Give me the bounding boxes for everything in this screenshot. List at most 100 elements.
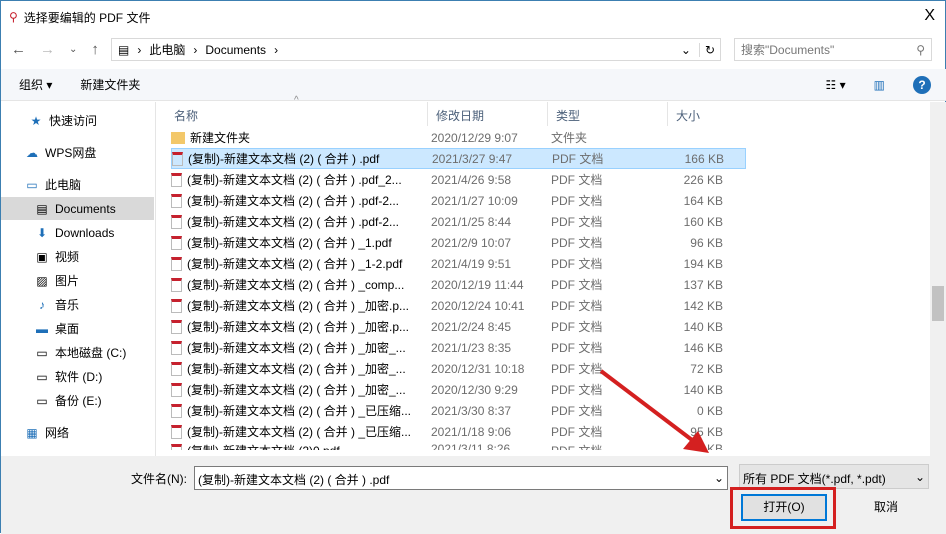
file-size: 166 KB	[684, 151, 724, 166]
picture-icon: ▨	[36, 273, 48, 288]
organize-button[interactable]: 组织 ▾	[19, 76, 52, 93]
file-row[interactable]: (复制)-新建文本文档 (2) ( 合并 ) _加密_... 2020/12/30…	[171, 379, 746, 400]
file-row[interactable]: (复制)-新建文本文档 (2)0.pdf2021/3/11 8:26 PDF 文档…	[171, 442, 746, 450]
file-row[interactable]: (复制)-新建文本文档 (2) ( 合并 ) _1-2.pdf 2021/4/19…	[171, 253, 746, 274]
toolbar: 组织 ▾ 新建文件夹 ☷ ▾ ▥ ?	[1, 69, 946, 101]
file-size: 72 KB	[690, 361, 723, 376]
sidebar-item-music[interactable]: ♪ 音乐	[1, 293, 154, 316]
file-date: 2021/4/26 9:58	[431, 172, 512, 187]
column-header-type[interactable]: 类型	[548, 102, 668, 126]
sidebar-item-this-pc[interactable]: ▭ 此电脑	[1, 173, 154, 196]
file-date: 2020/12/19 11:44	[431, 277, 524, 292]
file-date: 2021/1/23 8:35	[431, 340, 512, 355]
file-size: 164 KB	[683, 193, 723, 208]
search-icon: ⚲	[916, 42, 925, 57]
file-name: (复制)-新建文本文档 (2) ( 合并 ) _加密_...	[171, 381, 431, 398]
window-title: 选择要编辑的 PDF 文件	[23, 10, 151, 25]
file-row[interactable]: (复制)-新建文本文档 (2) ( 合并 ) .pdf-2... 2021/1/2…	[171, 211, 746, 232]
help-icon[interactable]: ?	[913, 75, 931, 94]
sidebar-item-quick-access[interactable]: ★ 快速访问	[1, 109, 154, 132]
file-date: 2021/1/27 10:09	[431, 193, 518, 208]
filename-input[interactable]: (复制)-新建文本文档 (2) ( 合并 ) .pdf ⌄	[194, 466, 728, 490]
view-options-icon[interactable]: ☷ ▾	[826, 78, 846, 92]
file-row[interactable]: (复制)-新建文本文档 (2) ( 合并 ) .pdf-2... 2021/1/2…	[171, 190, 746, 211]
chevron-down-icon[interactable]: ⌄	[714, 471, 724, 485]
refresh-icon[interactable]: ↻	[698, 42, 720, 57]
file-size: 73 KB	[690, 442, 723, 450]
file-type: PDF 文档	[551, 341, 603, 355]
sidebar-item-desktop[interactable]: ▬ 桌面	[1, 317, 154, 340]
pdf-file-icon	[172, 151, 183, 166]
preview-pane-icon[interactable]: ▥	[874, 78, 885, 92]
file-type: PDF 文档	[551, 278, 603, 292]
cloud-icon: ☁	[26, 145, 38, 160]
file-row[interactable]: (复制)-新建文本文档 (2) ( 合并 ) .pdf 2021/3/27 9:4…	[171, 148, 746, 169]
sidebar-item-documents[interactable]: ▤ Documents	[1, 197, 154, 220]
sort-ascending-icon: ^	[294, 95, 299, 106]
address-bar[interactable]: ▤ › 此电脑 › Documents › ⌄ ↻	[111, 38, 721, 61]
scrollbar-thumb[interactable]	[932, 286, 944, 321]
address-dropdown-icon[interactable]: ⌄	[681, 43, 691, 57]
column-header-date[interactable]: 修改日期	[428, 102, 548, 126]
chevron-down-icon: ⌄	[914, 470, 925, 484]
file-date: 2021/1/18 9:06	[431, 424, 512, 439]
new-folder-button[interactable]: 新建文件夹	[80, 76, 140, 93]
breadcrumb-documents[interactable]: Documents	[205, 43, 266, 57]
back-icon[interactable]: ←	[11, 41, 26, 58]
file-row[interactable]: (复制)-新建文本文档 (2) ( 合并 ) _已压缩... 2021/1/18 …	[171, 421, 746, 442]
file-size: 142 KB	[683, 298, 723, 313]
file-size: 96 KB	[690, 235, 723, 250]
file-date: 2020/12/31 10:18	[431, 361, 525, 376]
file-date: 2020/12/29 9:07	[431, 130, 518, 145]
vertical-scrollbar[interactable]	[930, 102, 946, 456]
open-button[interactable]: 打开(O)	[741, 494, 827, 521]
cancel-button[interactable]: 取消	[846, 494, 926, 521]
sidebar-item-downloads[interactable]: ⬇ Downloads	[1, 221, 154, 244]
file-row[interactable]: (复制)-新建文本文档 (2) ( 合并 ) _comp... 2020/12/1…	[171, 274, 746, 295]
title-bar: ⚲ 选择要编辑的 PDF 文件	[9, 1, 150, 33]
sidebar-item-wps[interactable]: ☁ WPS网盘	[1, 141, 154, 164]
file-size: 140 KB	[683, 319, 723, 334]
breadcrumb-this-pc[interactable]: 此电脑	[149, 41, 185, 58]
file-name: (复制)-新建文本文档 (2) ( 合并 ) _加密.p...	[171, 297, 431, 314]
file-type-select[interactable]: 所有 PDF 文档(*.pdf, *.pdt) ⌄	[739, 464, 929, 489]
file-date: 2021/3/27 9:47	[432, 151, 513, 166]
file-type: PDF 文档	[551, 173, 603, 187]
sidebar-item-videos[interactable]: ▣ 视频	[1, 245, 154, 268]
file-type: PDF 文档	[551, 425, 603, 439]
file-type: PDF 文档	[551, 320, 603, 334]
pdf-file-icon	[171, 214, 182, 229]
recent-dropdown-icon[interactable]: ⌄	[69, 44, 77, 55]
up-icon[interactable]: ↑	[91, 41, 99, 58]
folder-row[interactable]: 新建文件夹 2020/12/29 9:07 文件夹	[171, 127, 746, 148]
forward-icon[interactable]: →	[40, 41, 55, 58]
file-name: (复制)-新建文本文档 (2) ( 合并 ) _已压缩...	[171, 423, 431, 440]
sidebar-item-drive-d[interactable]: ▭ 软件 (D:)	[1, 365, 154, 388]
sidebar-item-network[interactable]: ▦ 网络	[1, 421, 154, 444]
file-name: (复制)-新建文本文档 (2) ( 合并 ) .pdf_2...	[171, 171, 431, 188]
file-row[interactable]: (复制)-新建文本文档 (2) ( 合并 ) _加密_... 2021/1/23 …	[171, 337, 746, 358]
document-location-icon: ▤	[118, 42, 130, 57]
app-icon: ⚲	[9, 10, 18, 24]
file-row[interactable]: (复制)-新建文本文档 (2) ( 合并 ) .pdf_2... 2021/4/2…	[171, 169, 746, 190]
drive-icon: ▭	[36, 393, 48, 408]
pdf-file-icon	[171, 443, 182, 450]
file-row[interactable]: (复制)-新建文本文档 (2) ( 合并 ) _加密.p... 2021/2/24…	[171, 316, 746, 337]
filename-label: 文件名(N):	[131, 472, 187, 486]
file-row[interactable]: (复制)-新建文本文档 (2) ( 合并 ) _加密_... 2020/12/31…	[171, 358, 746, 379]
search-input[interactable]: 搜索"Documents" ⚲	[734, 38, 932, 61]
file-row[interactable]: (复制)-新建文本文档 (2) ( 合并 ) _1.pdf 2021/2/9 10…	[171, 232, 746, 253]
sidebar-item-drive-c[interactable]: ▭ 本地磁盘 (C:)	[1, 341, 154, 364]
file-row[interactable]: (复制)-新建文本文档 (2) ( 合并 ) _已压缩... 2021/3/30 …	[171, 400, 746, 421]
pdf-file-icon	[171, 340, 182, 355]
column-header-size[interactable]: 大小	[668, 102, 746, 126]
close-button[interactable]: X	[924, 7, 935, 25]
file-name: (复制)-新建文本文档 (2) ( 合并 ) .pdf	[172, 150, 432, 167]
sidebar-item-drive-e[interactable]: ▭ 备份 (E:)	[1, 389, 154, 412]
sidebar-item-pictures[interactable]: ▨ 图片	[1, 269, 154, 292]
file-name: (复制)-新建文本文档 (2) ( 合并 ) _已压缩...	[171, 402, 431, 419]
file-row[interactable]: (复制)-新建文本文档 (2) ( 合并 ) _加密.p... 2020/12/2…	[171, 295, 746, 316]
file-size: 137 KB	[683, 277, 723, 292]
pdf-file-icon	[171, 382, 182, 397]
file-type: PDF 文档	[551, 362, 603, 376]
